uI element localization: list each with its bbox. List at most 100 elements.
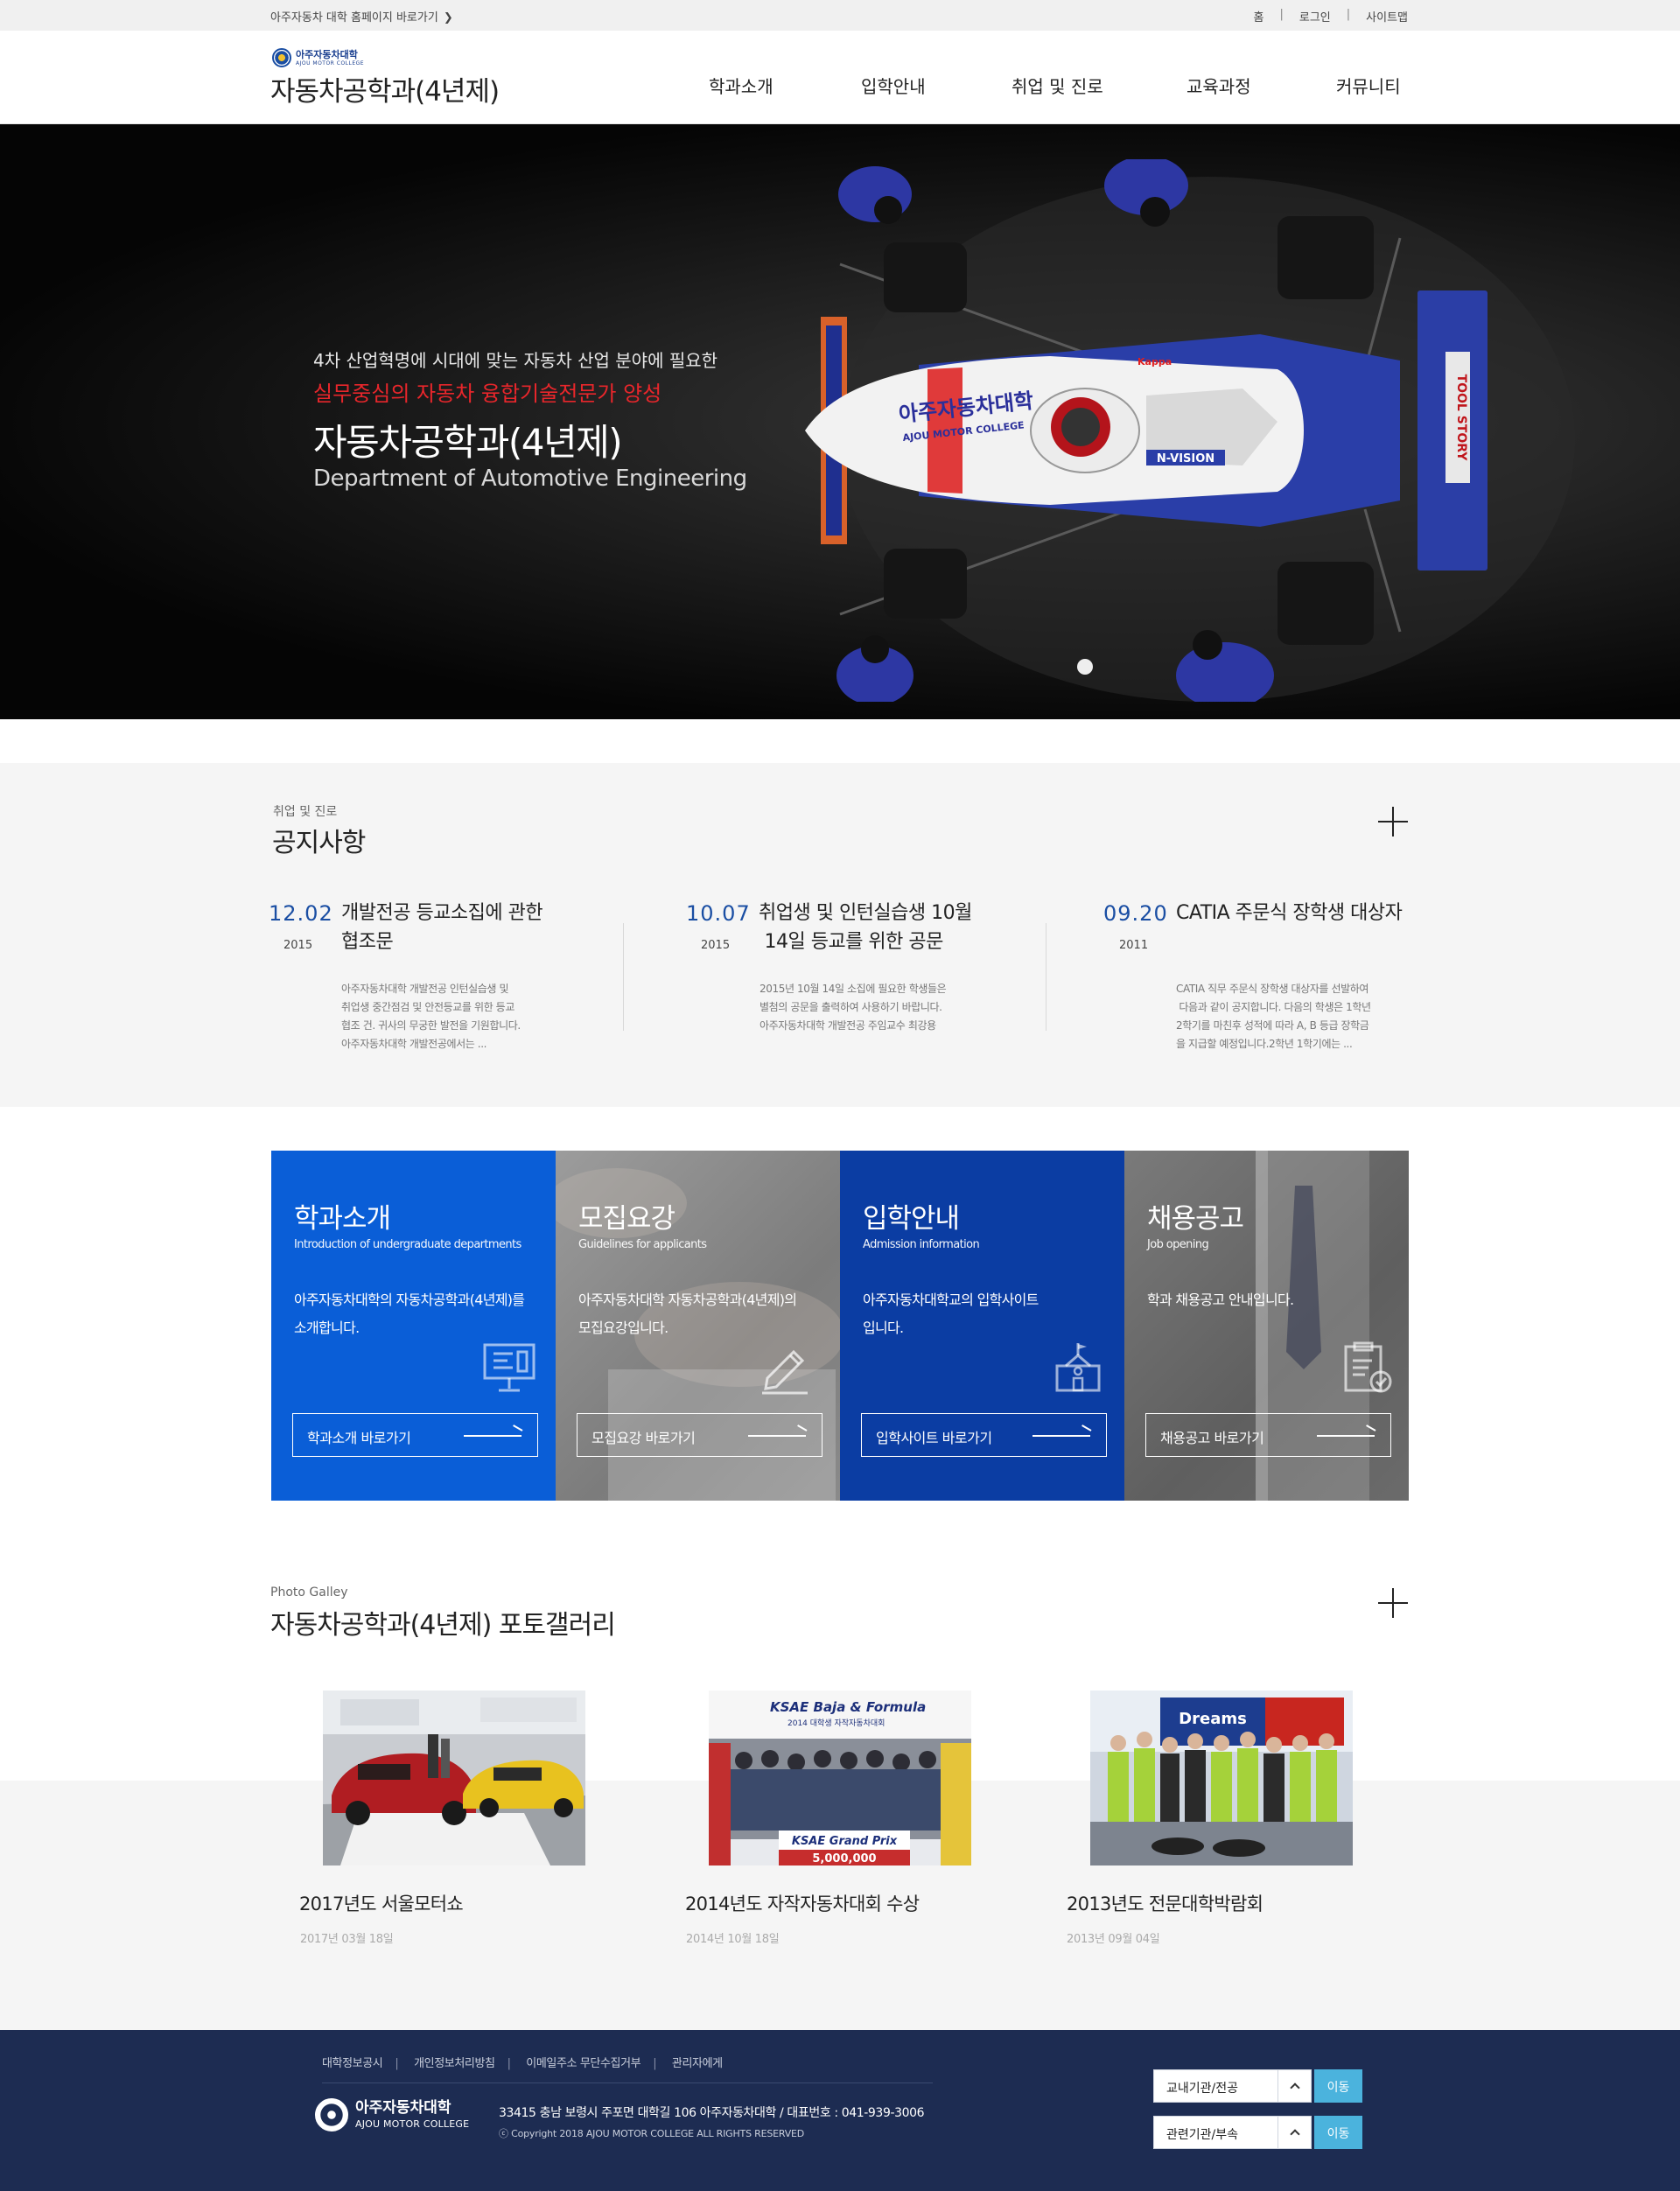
login-link[interactable]: 로그인 — [1299, 8, 1331, 24]
utility-bar: 아주자동차 대학 홈페이지 바로가기 ❯ 홈 | 로그인 | 사이트맵 — [0, 0, 1680, 31]
footer-logo: 아주자동차대학 AJOU MOTOR COLLEGE — [315, 2098, 469, 2132]
car-brand-text: N-VISION — [1157, 452, 1214, 466]
gallery-item-title[interactable]: 2017년도 서울모터쇼 — [299, 1890, 464, 1916]
gallery-item-date: 2014년 10월 18일 — [686, 1933, 780, 1946]
footer-link-disclosure[interactable]: 대학정보공시 — [322, 2057, 383, 2070]
quick-box-subtitle: Job opening — [1147, 1238, 1209, 1251]
logo-ko: 아주자동차대학 — [296, 48, 358, 60]
banner-subtitle: 2014 대학생 자작자동차대회 — [788, 1718, 885, 1728]
quick-box-description: 학과 채용공고 안내입니다. — [1147, 1292, 1294, 1308]
logo-en: AJOU MOTOR COLLEGE — [296, 60, 365, 66]
gallery-item-title[interactable]: 2014년도 자작자동차대회 수상 — [685, 1890, 920, 1916]
notice-summary: 아주자동차대학 개발전공 인턴실습생 및 취업생 중간점검 및 안전등교를 위한… — [341, 983, 521, 1050]
campus-org-select[interactable]: 교내기관/전공 — [1153, 2069, 1312, 2103]
nav-item-curriculum[interactable]: 교육과정 — [1186, 73, 1251, 98]
nav-item-community[interactable]: 커뮤니티 — [1336, 73, 1401, 98]
notice-more-plus-icon[interactable] — [1378, 807, 1408, 836]
college-logo[interactable]: 아주자동차대학 AJOU MOTOR COLLEGE — [272, 48, 364, 67]
quick-box-title: 입학안내 — [863, 1203, 960, 1235]
nav-item-career[interactable]: 취업 및 진로 — [1012, 73, 1103, 98]
notice-category: 취업 및 진로 — [273, 805, 338, 819]
arrow-right-icon — [1032, 1435, 1090, 1437]
footer: 대학정보공시 | 개인정보처리방침 | 이메일주소 무단수집거부 | 관리자에게 아주… — [0, 2030, 1680, 2191]
quick-box-recruitment: 모집요강 Guidelines for applicants 아주자동차대학 자… — [556, 1151, 840, 1501]
clipboard-check-icon — [1344, 1341, 1392, 1393]
competition-photo: KSAE Baja & Formula 2014 대학생 자작자동차대회 KSA… — [709, 1690, 971, 1866]
pencil-icon — [762, 1349, 808, 1395]
notice-summary: 2015년 10월 14일 소집에 필요한 학생들은 별첨의 공문을 출력하여 … — [760, 983, 947, 1032]
chevron-right-icon: ❯ — [443, 11, 453, 24]
notice-year: 2015 — [701, 939, 731, 952]
divider: | — [1279, 8, 1284, 21]
notice-year: 2011 — [1119, 939, 1149, 952]
gallery-item-title[interactable]: 2013년도 전문대학박람회 — [1067, 1890, 1264, 1916]
hero-subtitle: 4차 산업혁명에 시대에 맞는 자동차 산업 분야에 필요한 — [313, 350, 718, 371]
footer-address: 33415 충남 보령시 주포면 대학길 106 아주자동차대학 / 대표번호 … — [499, 2106, 925, 2120]
arrow-right-icon — [464, 1435, 522, 1437]
arrow-right-icon — [748, 1435, 806, 1437]
university-home-link[interactable]: 아주자동차 대학 홈페이지 바로가기 ❯ — [270, 8, 453, 24]
related-org-go-button[interactable]: 이동 — [1314, 2116, 1362, 2149]
quick-box-jobs: 채용공고 Job opening 학과 채용공고 안내입니다. 채용공고 바로가… — [1124, 1151, 1409, 1501]
jobs-shortcut-button[interactable]: 채용공고 바로가기 — [1145, 1413, 1391, 1457]
gallery-item-date: 2017년 03월 18일 — [300, 1933, 394, 1946]
campus-org-go-button[interactable]: 이동 — [1314, 2069, 1362, 2103]
notice-title-line: CATIA 주문식 장학생 대상자 — [1176, 902, 1403, 924]
notice-date: 09.20 — [1103, 901, 1168, 926]
nav-item-about[interactable]: 학과소개 — [709, 73, 774, 98]
gallery-more-plus-icon[interactable] — [1378, 1588, 1408, 1618]
banner-title: KSAE Baja & Formula — [770, 1699, 926, 1715]
nav-item-admission[interactable]: 입학안내 — [861, 73, 926, 98]
notice-year: 2015 — [284, 939, 313, 952]
site-title[interactable]: 자동차공학과(4년제) — [270, 69, 500, 108]
divider: | — [395, 2057, 399, 2070]
university-home-link-label: 아주자동차 대학 홈페이지 바로가기 — [270, 11, 438, 24]
quick-box-subtitle: Admission information — [863, 1238, 980, 1251]
chevron-up-icon — [1278, 2070, 1311, 2102]
prize-board-amount: 5,000,000 — [812, 1852, 876, 1866]
quick-box-admission: 입학안내 Admission information 아주자동차대학교의 입학사… — [840, 1151, 1124, 1501]
footer-link-email-policy[interactable]: 이메일주소 무단수집거부 — [526, 2057, 640, 2070]
footer-logo-en: AJOU MOTOR COLLEGE — [355, 2118, 470, 2130]
page: 아주자동차 대학 홈페이지 바로가기 ❯ 홈 | 로그인 | 사이트맵 아주자동차대학… — [0, 0, 1680, 2191]
gallery-item-date: 2013년 09월 04일 — [1067, 1933, 1160, 1946]
divider: | — [653, 2057, 657, 2070]
chevron-up-icon — [1278, 2117, 1311, 2148]
divider: | — [507, 2057, 511, 2070]
gallery-photo-motorshow[interactable] — [323, 1690, 585, 1866]
school-building-icon — [1055, 1343, 1101, 1392]
hero-english-title: Department of Automotive Engineering — [313, 466, 747, 492]
quick-box-title: 학과소개 — [294, 1203, 391, 1235]
race-car-illustration: TOOL STORY 아주자동차대학 AJOU MOTOR COLLEGE Ka… — [805, 159, 1575, 702]
gallery-photo-competition[interactable]: KSAE Baja & Formula 2014 대학생 자작자동차대회 KSA… — [709, 1690, 971, 1866]
quick-box-description: 아주자동차대학의 자동차공학과(4년제)를 소개합니다. — [294, 1292, 525, 1336]
footer-link-admin[interactable]: 관리자에게 — [672, 2057, 723, 2070]
quick-box-about: 학과소개 Introduction of undergraduate depar… — [271, 1151, 556, 1501]
quick-box-subtitle: Guidelines for applicants — [578, 1238, 707, 1251]
footer-logo-ko: 아주자동차대학 — [355, 2099, 452, 2117]
nose-sponsor-text: Kappa — [1138, 356, 1172, 368]
fair-banner-text: Dreams — [1179, 1710, 1247, 1728]
admission-site-button[interactable]: 입학사이트 바로가기 — [861, 1413, 1107, 1457]
gallery-category: Photo Galley — [270, 1586, 348, 1600]
about-shortcut-button[interactable]: 학과소개 바로가기 — [292, 1413, 538, 1457]
wing-sponsor-text: TOOL STORY — [1454, 374, 1468, 462]
notice-title-line: 취업생 및 인턴실습생 10월 14일 등교를 위한 공문 — [759, 902, 972, 953]
gallery-photo-fair[interactable]: Dreams — [1090, 1690, 1353, 1866]
quick-box-description: 아주자동차대학교의 입학사이트 입니다. — [863, 1292, 1039, 1336]
monitor-board-icon — [483, 1343, 536, 1392]
gallery-title: 자동차공학과(4년제) 포토갤러리 — [270, 1610, 616, 1641]
prize-board-title: KSAE Grand Prix — [792, 1835, 898, 1848]
footer-links: 대학정보공시 | 개인정보처리방침 | 이메일주소 무단수집거부 | 관리자에게 — [322, 2054, 723, 2070]
related-org-select[interactable]: 관련기관/부속 — [1153, 2116, 1312, 2149]
notice-date: 12.02 — [269, 901, 333, 926]
quick-box-description: 아주자동차대학 자동차공학과(4년제)의 모집요강입니다. — [578, 1292, 797, 1336]
recruitment-shortcut-button[interactable]: 모집요강 바로가기 — [577, 1413, 822, 1457]
college-emblem-icon — [315, 2098, 348, 2132]
hero-title: 자동차공학과(4년제) — [313, 421, 623, 464]
home-link[interactable]: 홈 — [1254, 8, 1264, 24]
notice-date: 10.07 — [686, 901, 751, 926]
hero-banner: TOOL STORY 아주자동차대학 AJOU MOTOR COLLEGE Ka… — [0, 124, 1680, 719]
sitemap-link[interactable]: 사이트맵 — [1366, 8, 1408, 24]
footer-link-privacy[interactable]: 개인정보처리방침 — [414, 2057, 495, 2070]
